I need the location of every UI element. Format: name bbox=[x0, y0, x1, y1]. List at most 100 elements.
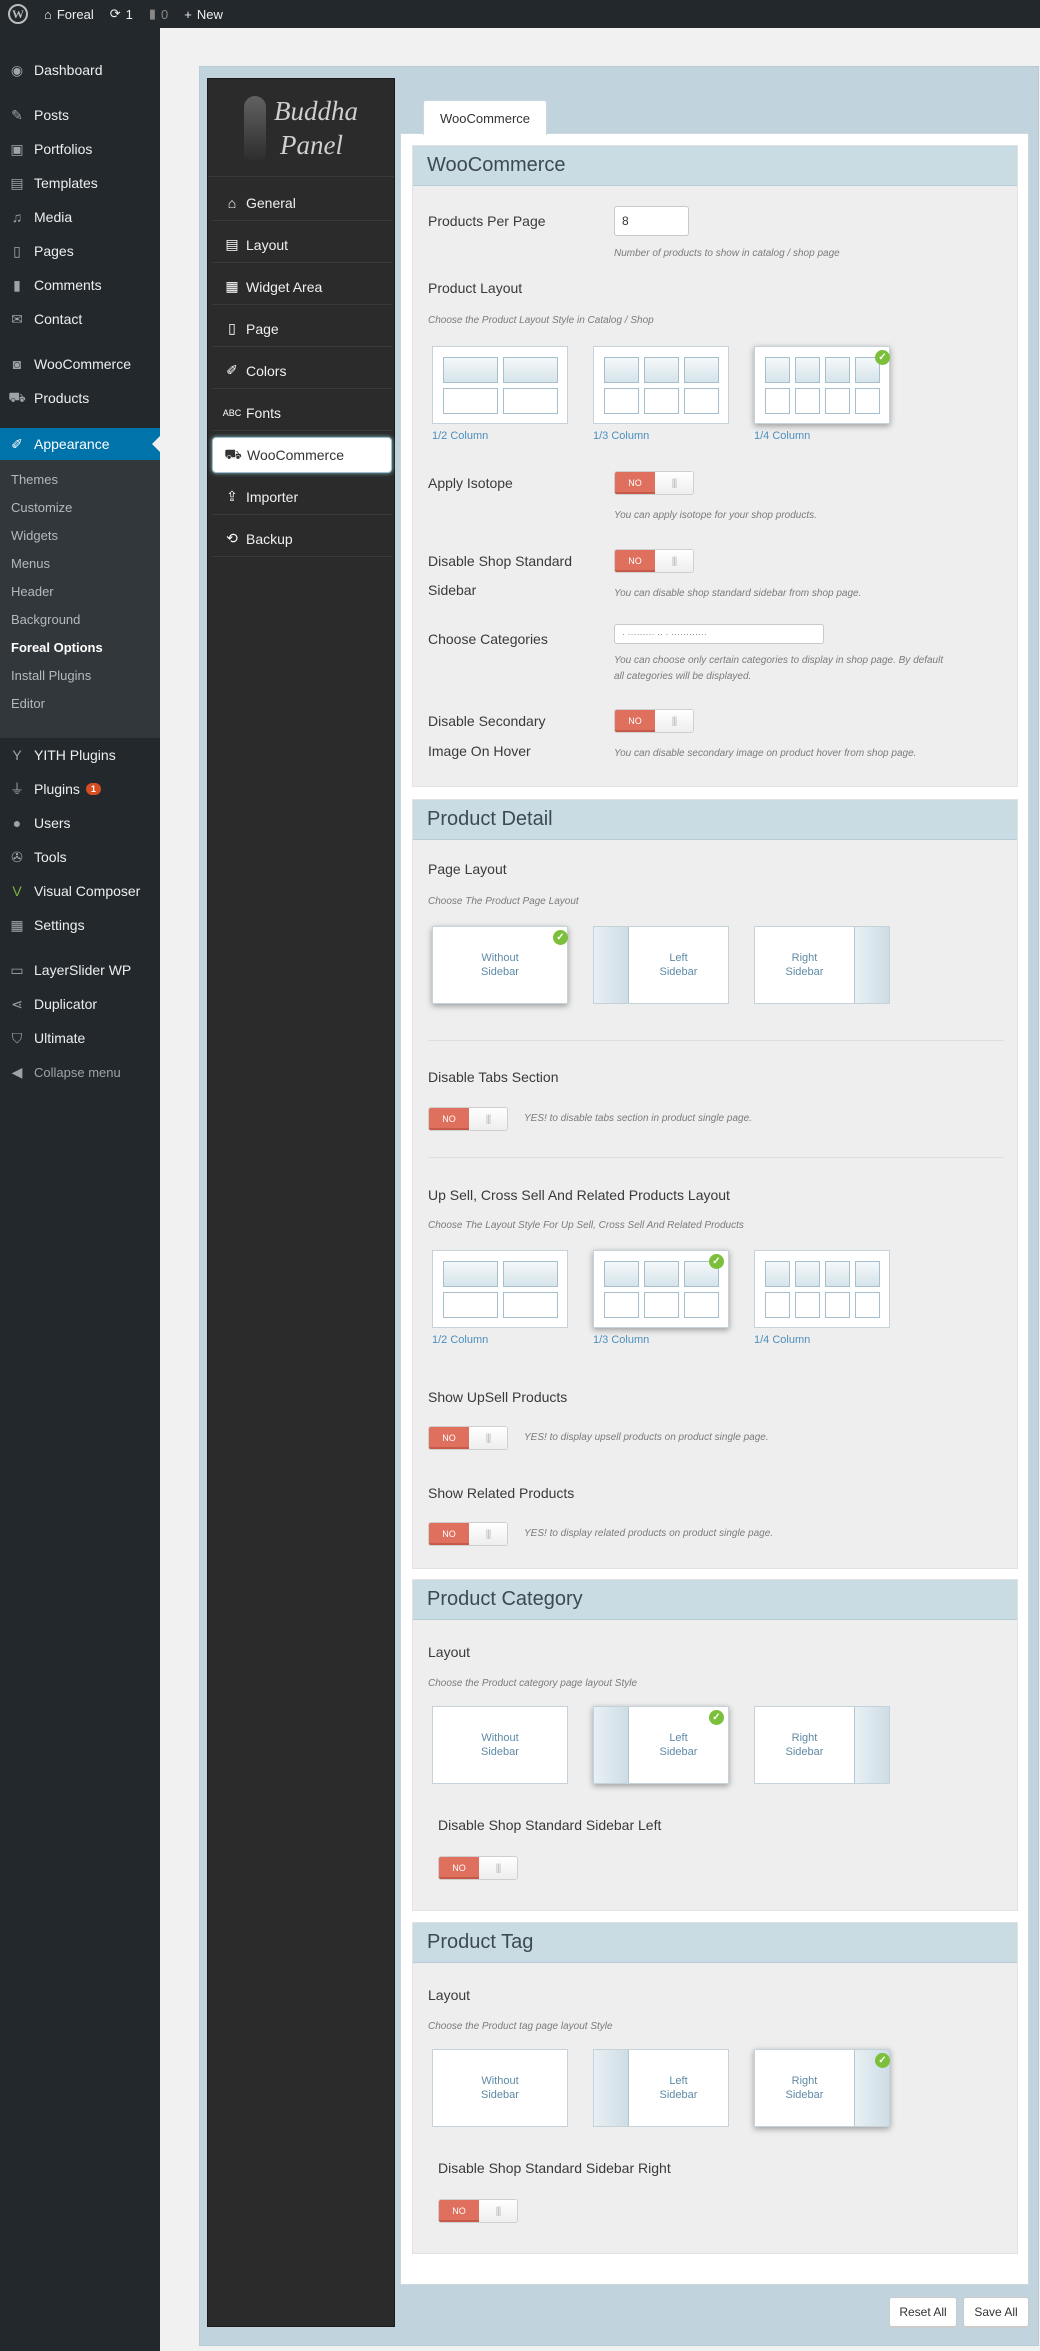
field-label: Disable Secondary bbox=[428, 713, 546, 729]
submenu-customize[interactable]: Customize bbox=[11, 493, 72, 521]
disable-sidebar-left-toggle[interactable]: NO ||| bbox=[438, 1856, 518, 1880]
menu-comments[interactable]: ▮ Comments bbox=[0, 270, 160, 300]
field-label: Layout bbox=[428, 1987, 471, 2003]
disable-secondary-image-toggle[interactable]: NO ||| bbox=[614, 709, 694, 733]
menu-duplicator[interactable]: ⋖ Duplicator bbox=[0, 989, 160, 1019]
menu-tools[interactable]: ✇ Tools bbox=[0, 842, 160, 872]
category-layout-right-sidebar[interactable]: Right Sidebar bbox=[754, 1706, 890, 1784]
comments-icon: ▮ bbox=[13, 276, 21, 293]
section-title: WooCommerce bbox=[413, 146, 1017, 186]
appearance-submenu: Themes Customize Widgets Menus Header Ba… bbox=[0, 460, 160, 738]
field-hint: Choose The Product Page Layout bbox=[428, 896, 579, 907]
layout-option-third[interactable] bbox=[593, 346, 729, 424]
menu-dashboard[interactable]: ◉ Dashboard bbox=[0, 55, 160, 85]
selected-check-icon: ✓ bbox=[875, 2053, 890, 2068]
panel-nav-general[interactable]: ⌂ General bbox=[212, 185, 392, 221]
submenu-menus[interactable]: Menus bbox=[11, 549, 50, 577]
collapse-menu-button[interactable]: ◀ Collapse menu bbox=[0, 1057, 160, 1087]
tag-layout-left-sidebar[interactable]: Left Sidebar bbox=[593, 2049, 729, 2127]
category-layout-without-sidebar[interactable]: Without Sidebar bbox=[432, 1706, 568, 1784]
menu-visual-composer[interactable]: V Visual Composer bbox=[0, 876, 160, 906]
site-name-link[interactable]: ⌂ Foreal bbox=[36, 0, 102, 28]
panel-nav-colors[interactable]: ✐ Colors bbox=[212, 353, 392, 389]
menu-users[interactable]: ● Users bbox=[0, 808, 160, 838]
page-layout-left-sidebar[interactable]: Left Sidebar bbox=[593, 926, 729, 1004]
cart-icon: ⛟ bbox=[224, 445, 242, 462]
disable-sidebar-right-toggle[interactable]: NO ||| bbox=[438, 2199, 518, 2223]
menu-yith[interactable]: Y YITH Plugins bbox=[0, 740, 160, 770]
page-icon: ▯ bbox=[228, 320, 236, 336]
wp-logo-menu[interactable]: W bbox=[0, 0, 36, 28]
choose-categories-select[interactable]: · ········· ·· · ············ bbox=[614, 624, 824, 644]
products-per-page-input[interactable]: 8 bbox=[614, 206, 689, 236]
menu-ultimate[interactable]: ⛉ Ultimate bbox=[0, 1023, 160, 1053]
menu-pages[interactable]: ▯ Pages bbox=[0, 236, 160, 266]
layout-caption: 1/4 Column bbox=[754, 1334, 811, 1346]
field-label: Choose Categories bbox=[428, 631, 548, 647]
panel-nav-importer[interactable]: ⇪ Importer bbox=[212, 479, 392, 515]
spellcheck-icon: ABC bbox=[222, 407, 242, 418]
submenu-install-plugins[interactable]: Install Plugins bbox=[11, 661, 91, 689]
disable-shop-sidebar-toggle[interactable]: NO ||| bbox=[614, 549, 694, 573]
menu-posts[interactable]: ✎ Posts bbox=[0, 100, 160, 130]
menu-portfolios[interactable]: ▣ Portfolios bbox=[0, 134, 160, 164]
apply-isotope-toggle[interactable]: NO ||| bbox=[614, 471, 694, 495]
panel-nav-layout[interactable]: ▤ Layout bbox=[212, 227, 392, 263]
save-all-button[interactable]: Save All bbox=[963, 2297, 1029, 2327]
tag-layout-right-sidebar[interactable]: Right Sidebar bbox=[754, 2049, 890, 2127]
submenu-widgets[interactable]: Widgets bbox=[11, 521, 58, 549]
panel-nav-fonts[interactable]: ABC Fonts bbox=[212, 395, 392, 431]
wordpress-icon: W bbox=[8, 4, 28, 24]
admin-sidebar: ◉ Dashboard ✎ Posts ▣ Portfolios ▤ Templates… bbox=[0, 28, 160, 2351]
layout-option-quarter[interactable] bbox=[754, 346, 890, 424]
disable-tabs-toggle[interactable]: NO ||| bbox=[428, 1107, 508, 1131]
upload-icon: ⇪ bbox=[226, 488, 238, 504]
panel-nav-backup[interactable]: ⟲ Backup bbox=[212, 521, 392, 557]
menu-products[interactable]: ⛟ Products bbox=[0, 383, 160, 413]
menu-contact[interactable]: ✉ Contact bbox=[0, 304, 160, 334]
menu-plugins[interactable]: ⏚ Plugins 1 bbox=[0, 774, 160, 804]
woocommerce-icon: ◙ bbox=[12, 356, 22, 372]
submenu-background[interactable]: Background bbox=[11, 605, 80, 633]
menu-appearance[interactable]: ✐ Appearance bbox=[0, 428, 160, 460]
tab-woocommerce[interactable]: WooCommerce bbox=[423, 100, 547, 135]
comments-link[interactable]: ▮ 0 bbox=[141, 0, 176, 28]
selected-check-icon: ✓ bbox=[709, 1710, 724, 1725]
panel-nav-page[interactable]: ▯ Page bbox=[212, 311, 392, 347]
panel-nav-widget-area[interactable]: ▦ Widget Area bbox=[212, 269, 392, 305]
menu-settings[interactable]: ▦ Settings bbox=[0, 910, 160, 940]
menu-media[interactable]: ♫ Media bbox=[0, 202, 160, 232]
collapse-icon: ◀ bbox=[11, 1063, 23, 1080]
field-hint: Choose the Product tag page layout Style bbox=[428, 2021, 613, 2032]
pin-icon: ✎ bbox=[11, 106, 23, 123]
field-hint: You can disable shop standard sidebar fr… bbox=[614, 588, 862, 599]
layout-caption: 1/2 Column bbox=[432, 430, 489, 442]
menu-woocommerce[interactable]: ◙ WooCommerce bbox=[0, 349, 160, 379]
submenu-foreal-options[interactable]: Foreal Options bbox=[11, 633, 103, 661]
submenu-editor[interactable]: Editor bbox=[11, 689, 45, 717]
layout-icon: ▤ bbox=[225, 236, 239, 252]
reset-all-button[interactable]: Reset All bbox=[889, 2297, 957, 2327]
menu-layerslider[interactable]: ▭ LayerSlider WP bbox=[0, 955, 160, 985]
field-label: Disable Shop Standard Sidebar Left bbox=[438, 1817, 662, 1833]
show-related-toggle[interactable]: NO ||| bbox=[428, 1522, 508, 1546]
settings-icon: ▦ bbox=[10, 916, 24, 933]
section-product-detail: Product Detail Page Layout Choose The Pr… bbox=[412, 799, 1018, 1569]
upsell-layout-half[interactable] bbox=[432, 1250, 568, 1328]
submenu-header[interactable]: Header bbox=[11, 577, 54, 605]
selected-check-icon: ✓ bbox=[875, 350, 890, 365]
page-layout-right-sidebar[interactable]: Right Sidebar bbox=[754, 926, 890, 1004]
panel-nav-woocommerce[interactable]: ⛟ WooCommerce bbox=[212, 437, 392, 473]
submenu-themes[interactable]: Themes bbox=[11, 465, 58, 493]
show-upsell-toggle[interactable]: NO ||| bbox=[428, 1426, 508, 1450]
mail-icon: ✉ bbox=[11, 310, 23, 327]
menu-templates[interactable]: ▤ Templates bbox=[0, 168, 160, 198]
new-content-link[interactable]: + New bbox=[176, 0, 231, 28]
layout-option-half[interactable] bbox=[432, 346, 568, 424]
options-panel-sidebar: Buddha Panel ⌂ General ▤ Layout ▦ Widget Are… bbox=[207, 78, 395, 2327]
tag-layout-without-sidebar[interactable]: Without Sidebar bbox=[432, 2049, 568, 2127]
field-label: Sidebar bbox=[428, 582, 477, 598]
page-layout-without-sidebar[interactable]: Without Sidebar bbox=[432, 926, 568, 1004]
updates-link[interactable]: ⟳ 1 bbox=[102, 0, 141, 28]
upsell-layout-quarter[interactable] bbox=[754, 1250, 890, 1328]
